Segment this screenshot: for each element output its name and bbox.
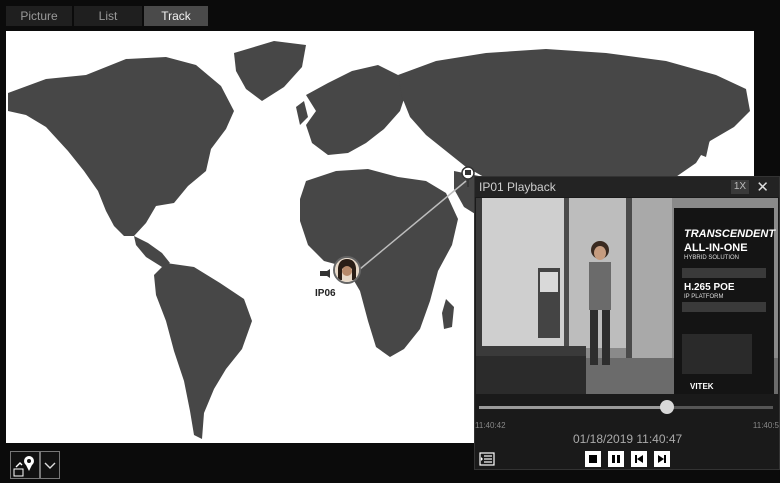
timeline-start-time: 11:40:42 bbox=[475, 421, 506, 430]
poster-line1: ALL-IN-ONE bbox=[684, 242, 748, 254]
track-location-icon bbox=[13, 456, 34, 477]
prev-frame-icon bbox=[635, 455, 643, 463]
tab-picture[interactable]: Picture bbox=[6, 6, 72, 26]
playback-datetime: 01/18/2019 11:40:47 bbox=[573, 432, 683, 446]
list-button[interactable] bbox=[479, 451, 495, 467]
poster-line4: IP PLATFORM bbox=[684, 294, 724, 300]
marker-label: IP06 bbox=[315, 288, 336, 299]
slider-knob[interactable] bbox=[660, 400, 675, 414]
next-frame-icon bbox=[658, 455, 666, 463]
timeline-end-time: 11:40:5 bbox=[752, 421, 779, 430]
camera-icon bbox=[320, 269, 330, 278]
person-face-icon bbox=[335, 258, 359, 282]
playback-progress-slider[interactable] bbox=[479, 399, 773, 415]
close-icon[interactable]: ✕ bbox=[756, 178, 769, 196]
track-location-button[interactable] bbox=[10, 451, 40, 479]
slider-fill bbox=[479, 406, 668, 409]
dropdown-button[interactable] bbox=[40, 451, 60, 479]
poster-line3: H.265 POE bbox=[684, 282, 735, 293]
pause-icon bbox=[612, 455, 620, 463]
next-frame-button[interactable] bbox=[654, 451, 670, 467]
stop-icon bbox=[589, 455, 597, 463]
stop-button[interactable] bbox=[585, 451, 601, 467]
playback-titlebar[interactable]: IP01 Playback 1X ✕ bbox=[475, 177, 779, 197]
poster-brand: TRANSCENDENT bbox=[684, 228, 776, 240]
dropdown-chevron-icon bbox=[44, 462, 56, 469]
poster-logo: VITEK bbox=[690, 382, 714, 391]
speed-button[interactable]: 1X bbox=[731, 180, 749, 194]
pause-button[interactable] bbox=[608, 451, 624, 467]
view-tabs: Picture List Track bbox=[6, 6, 208, 26]
tab-list[interactable]: List bbox=[74, 6, 142, 26]
playback-title: IP01 Playback bbox=[479, 180, 556, 194]
avatar[interactable] bbox=[333, 256, 361, 284]
tab-track[interactable]: Track bbox=[144, 6, 208, 26]
list-icon bbox=[479, 452, 495, 466]
poster-line2: HYBRID SOLUTION bbox=[684, 255, 740, 261]
prev-frame-button[interactable] bbox=[631, 451, 647, 467]
playback-window[interactable]: IP01 Playback 1X ✕ TRANSCENDENT ALL-IN-O… bbox=[474, 176, 780, 470]
playback-video[interactable]: TRANSCENDENT ALL-IN-ONE HYBRID SOLUTION … bbox=[476, 198, 778, 394]
